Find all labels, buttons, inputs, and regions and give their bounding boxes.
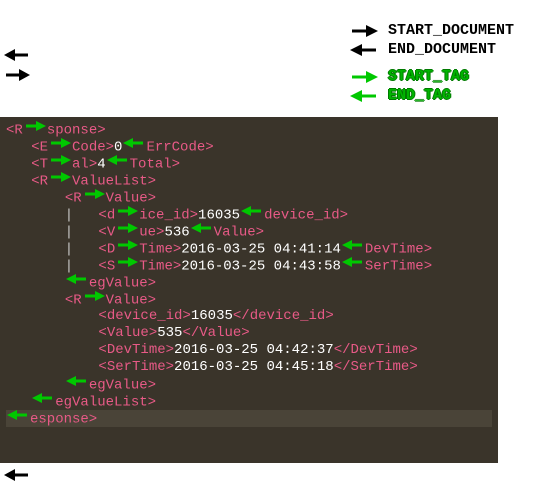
arrow-left-green-icon — [191, 222, 213, 240]
arrow-left-green-icon — [32, 392, 54, 410]
code-line: esponse> — [6, 410, 492, 427]
tag-sertime: SerTime — [107, 359, 166, 375]
arrow-left-icon — [4, 48, 30, 62]
code-line: | <Vue>536Value> — [6, 223, 492, 240]
code-line: | <dice_id>16035device_id> — [6, 206, 492, 223]
tag-device-id: device_id — [107, 308, 183, 324]
code-line: <Tal>4Total> — [6, 155, 492, 172]
legend: START_DOCUMENT END_DOCUMENT START_TAG EN… — [350, 22, 514, 104]
arrow-left-icon — [4, 468, 30, 482]
arrow-right-icon — [4, 68, 30, 82]
code-line: <RValueList> — [6, 172, 492, 189]
legend-label-end-document: END_DOCUMENT — [388, 41, 496, 58]
arrow-right-green-icon — [350, 69, 378, 85]
code-line: <Value>535</Value> — [6, 325, 492, 342]
arrow-right-green-icon — [49, 137, 71, 155]
legend-end-tag: END_TAG — [350, 87, 514, 104]
code-line: <RValue> — [6, 189, 492, 206]
code-line: egValue> — [6, 376, 492, 393]
arrow-left-green-icon — [241, 205, 263, 223]
tag-value: Value — [107, 325, 149, 341]
arrow-right-green-icon — [116, 222, 138, 240]
code-panel: <Rsponse> <ECode>0ErrCode> <Tal>4Total> … — [0, 117, 498, 463]
sertime-value: 2016-03-25 04:45:18 — [174, 359, 334, 375]
device-id-value: 16035 — [191, 308, 233, 324]
code-line: <device_id>16035</device_id> — [6, 308, 492, 325]
doc-end-arrow — [4, 468, 30, 482]
code-line: <RValue> — [6, 291, 492, 308]
legend-label-start-document: START_DOCUMENT — [388, 22, 514, 39]
legend-label-start-tag: START_TAG — [388, 68, 469, 85]
code-line: <SerTime>2016-03-25 04:45:18</SerTime> — [6, 359, 492, 376]
legend-end-document: END_DOCUMENT — [350, 41, 514, 58]
arrow-right-green-icon — [116, 256, 138, 274]
code-line: <DevTime>2016-03-25 04:42:37</DevTime> — [6, 342, 492, 359]
arrow-left-green-icon — [123, 137, 145, 155]
arrow-right-green-icon — [24, 120, 46, 138]
arrow-left-green-icon — [107, 154, 129, 172]
arrow-right-green-icon — [83, 188, 105, 206]
arrow-left-green-icon — [342, 256, 364, 274]
tag-value-close: Value — [199, 325, 241, 341]
arrow-right-green-icon — [116, 205, 138, 223]
code-line: egValue> — [6, 274, 492, 291]
arrow-left-green-icon — [66, 375, 88, 393]
legend-start-tag: START_TAG — [350, 68, 514, 85]
value-value: 535 — [157, 325, 182, 341]
arrow-right-green-icon — [83, 290, 105, 308]
code-line: | <STime>2016-03-25 04:43:58SerTime> — [6, 257, 492, 274]
tag-devtime: DevTime — [107, 342, 166, 358]
total-value: 4 — [97, 157, 105, 173]
arrow-left-icon — [350, 42, 378, 58]
arrow-right-icon — [350, 23, 378, 39]
arrow-right-green-icon — [116, 239, 138, 257]
tag-sertime-close: SerTime — [351, 359, 410, 375]
legend-label-end-tag: END_TAG — [388, 87, 451, 104]
code-line: <Rsponse> — [6, 121, 492, 138]
code-line: egValueList> — [6, 393, 492, 410]
arrow-left-green-icon — [66, 273, 88, 291]
sertime-value: 2016-03-25 04:43:58 — [181, 259, 341, 275]
code-line: | <DTime>2016-03-25 04:41:14DevTime> — [6, 240, 492, 257]
devtime-value: 2016-03-25 04:42:37 — [174, 342, 334, 358]
devtime-value: 2016-03-25 04:41:14 — [181, 242, 341, 258]
tag-device-id-close: device_id — [250, 308, 326, 324]
doc-start-arrows — [4, 48, 30, 82]
arrow-right-green-icon — [49, 171, 71, 189]
tag-devtime-close: DevTime — [351, 342, 410, 358]
arrow-left-green-icon — [350, 88, 378, 104]
code-line: <ECode>0ErrCode> — [6, 138, 492, 155]
arrow-left-green-icon — [342, 239, 364, 257]
arrow-left-green-icon — [7, 409, 29, 427]
arrow-right-green-icon — [49, 154, 71, 172]
legend-start-document: START_DOCUMENT — [350, 22, 514, 39]
value-value: 536 — [164, 225, 189, 241]
